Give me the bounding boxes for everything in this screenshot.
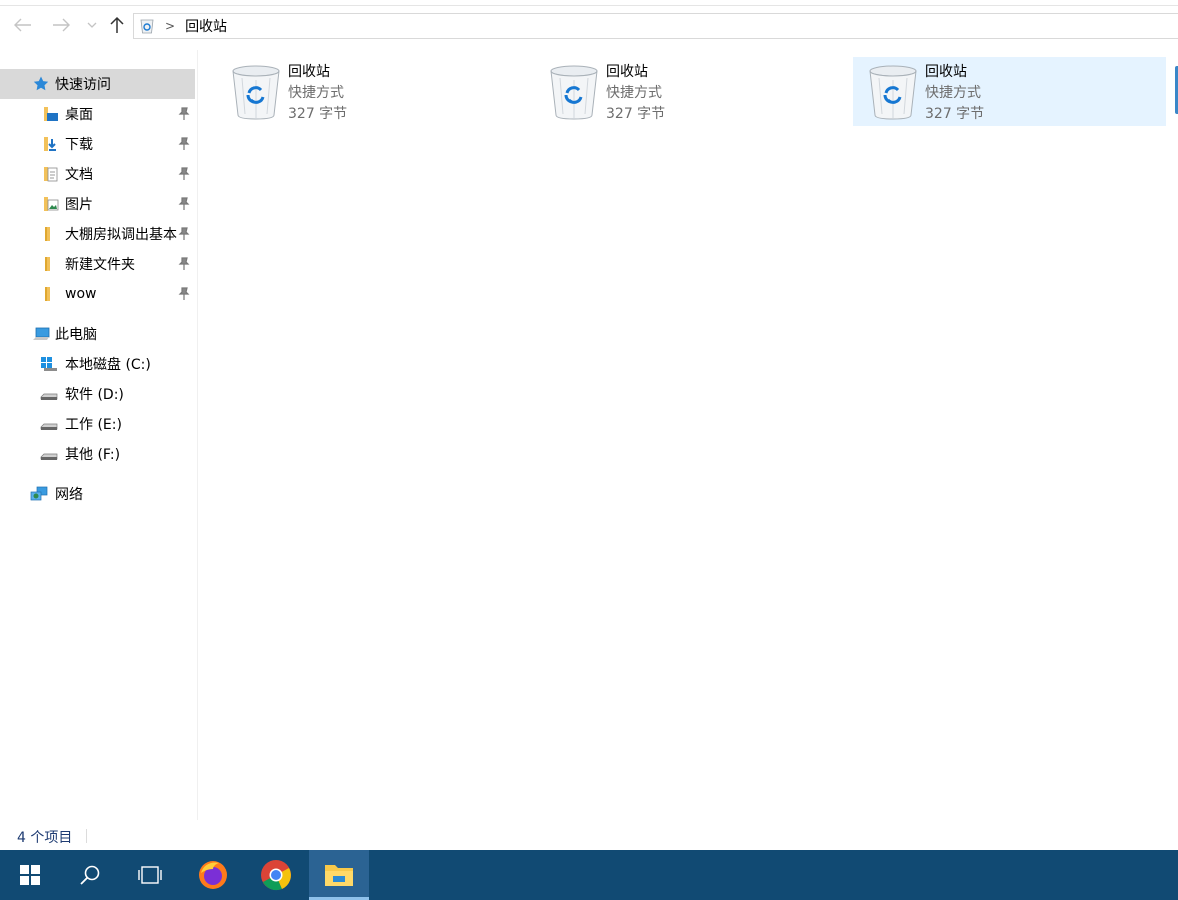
- file-name: 回收站: [288, 64, 330, 80]
- sidebar-item-folder-greenhouse[interactable]: 大棚房拟调出基本: [0, 219, 195, 249]
- windows-drive-icon: [41, 357, 57, 371]
- documents-folder-icon: [44, 167, 58, 182]
- taskbar-file-explorer[interactable]: [309, 850, 369, 900]
- file-item-recycle-bin-shortcut[interactable]: 回收站 快捷方式 327 字节: [534, 57, 847, 126]
- file-name: 回收站: [606, 64, 648, 80]
- sidebar-item-label: 大棚房拟调出基本: [65, 227, 177, 243]
- taskbar-firefox[interactable]: [183, 850, 243, 900]
- up-button[interactable]: [106, 12, 128, 38]
- recycle-bin-icon: [550, 65, 598, 120]
- drive-icon: [40, 453, 58, 460]
- drive-icon: [40, 423, 58, 430]
- item-count: 4 个项目: [17, 830, 73, 846]
- back-arrow-icon: [14, 18, 31, 32]
- sidebar-item-pictures[interactable]: 图片: [0, 189, 195, 219]
- address-bar[interactable]: > 回收站: [133, 13, 1178, 39]
- sidebar-item-label: 网络: [55, 487, 83, 503]
- file-type: 快捷方式: [606, 85, 662, 101]
- pin-icon[interactable]: [178, 227, 190, 241]
- status-divider: [86, 829, 87, 843]
- pin-icon[interactable]: [178, 197, 190, 211]
- file-type: 快捷方式: [925, 85, 981, 101]
- computer-icon: [33, 327, 50, 340]
- recycle-bin-icon: [232, 65, 280, 120]
- search-button[interactable]: [60, 850, 120, 900]
- recycle-bin-icon: [869, 65, 917, 120]
- folder-icon: [45, 227, 50, 241]
- navigation-pane: 快速访问 桌面 下载 文档 图片 大棚房拟调出基本 新建文件夹 wow 此电脑 …: [0, 62, 197, 822]
- sidebar-item-label: 图片: [65, 197, 93, 213]
- taskbar-chrome[interactable]: [246, 850, 306, 900]
- status-bar: 4 个项目: [0, 822, 1178, 850]
- sidebar-item-drive-c[interactable]: 本地磁盘 (C:): [0, 349, 195, 379]
- sidebar-item-this-pc[interactable]: 此电脑: [0, 319, 195, 349]
- breadcrumb-recycle-bin[interactable]: 回收站: [185, 16, 227, 36]
- sidebar-item-desktop[interactable]: 桌面: [0, 99, 195, 129]
- sidebar-item-label: 文档: [65, 167, 93, 183]
- sidebar-item-label: wow: [65, 286, 97, 302]
- sidebar-item-label: 此电脑: [55, 327, 97, 343]
- chrome-icon: [261, 860, 291, 891]
- sidebar-divider: [197, 50, 198, 820]
- sidebar-item-wow[interactable]: wow: [0, 279, 195, 309]
- sidebar-item-network[interactable]: 网络: [0, 479, 195, 509]
- sidebar-item-label: 本地磁盘 (C:): [65, 357, 151, 373]
- folder-icon: [325, 865, 353, 886]
- pin-icon[interactable]: [178, 257, 190, 271]
- up-arrow-icon: [110, 16, 124, 33]
- start-button[interactable]: [0, 850, 60, 900]
- sidebar-item-label: 快速访问: [55, 77, 111, 93]
- sidebar-item-drive-d[interactable]: 软件 (D:): [0, 379, 195, 409]
- recycle-bin-icon: [140, 19, 154, 34]
- pictures-folder-icon: [44, 197, 59, 211]
- breadcrumb-separator-icon[interactable]: >: [165, 19, 175, 33]
- network-icon: [30, 486, 48, 501]
- sidebar-item-quick-access[interactable]: 快速访问: [0, 69, 195, 99]
- forward-arrow-icon: [53, 18, 70, 32]
- desktop-folder-icon: [44, 107, 58, 121]
- recent-locations-button[interactable]: [84, 12, 100, 38]
- sidebar-item-label: 工作 (E:): [65, 417, 122, 433]
- pin-icon[interactable]: [178, 167, 190, 181]
- sidebar-item-label: 其他 (F:): [65, 447, 121, 463]
- file-item-recycle-bin-shortcut[interactable]: 回收站 快捷方式 327 字节: [216, 57, 529, 126]
- sidebar-item-label: 桌面: [65, 107, 93, 123]
- sidebar-item-label: 软件 (D:): [65, 387, 124, 403]
- file-name: 回收站: [925, 64, 967, 80]
- folder-icon: [45, 257, 50, 271]
- pin-icon[interactable]: [178, 137, 190, 151]
- sidebar-item-drive-e[interactable]: 工作 (E:): [0, 409, 195, 439]
- back-button[interactable]: [12, 12, 34, 38]
- drive-icon: [40, 393, 58, 400]
- taskbar: [0, 850, 1178, 900]
- firefox-icon: [199, 861, 227, 889]
- file-item-recycle-bin-shortcut-selected[interactable]: 回收站 快捷方式 327 字节: [853, 57, 1166, 126]
- file-size: 327 字节: [606, 106, 666, 122]
- sidebar-item-downloads[interactable]: 下载: [0, 129, 195, 159]
- pin-icon[interactable]: [178, 107, 190, 121]
- forward-button[interactable]: [50, 12, 72, 38]
- sidebar-item-drive-f[interactable]: 其他 (F:): [0, 439, 195, 469]
- folder-icon: [45, 287, 50, 301]
- sidebar-item-label: 下载: [65, 137, 93, 153]
- windows-logo-icon: [20, 865, 40, 885]
- sidebar-item-label: 新建文件夹: [65, 257, 135, 273]
- task-view-button[interactable]: [120, 850, 180, 900]
- file-size: 327 字节: [288, 106, 348, 122]
- navigation-bar: > 回收站: [0, 6, 1178, 46]
- pin-icon[interactable]: [178, 287, 190, 301]
- sidebar-item-new-folder[interactable]: 新建文件夹: [0, 249, 195, 279]
- task-view-icon: [138, 866, 162, 884]
- star-icon: [33, 76, 49, 91]
- search-icon: [80, 865, 100, 885]
- file-type: 快捷方式: [288, 85, 344, 101]
- chevron-down-icon: [87, 22, 97, 28]
- sidebar-item-documents[interactable]: 文档: [0, 159, 195, 189]
- file-size: 327 字节: [925, 106, 985, 122]
- downloads-folder-icon: [44, 137, 56, 151]
